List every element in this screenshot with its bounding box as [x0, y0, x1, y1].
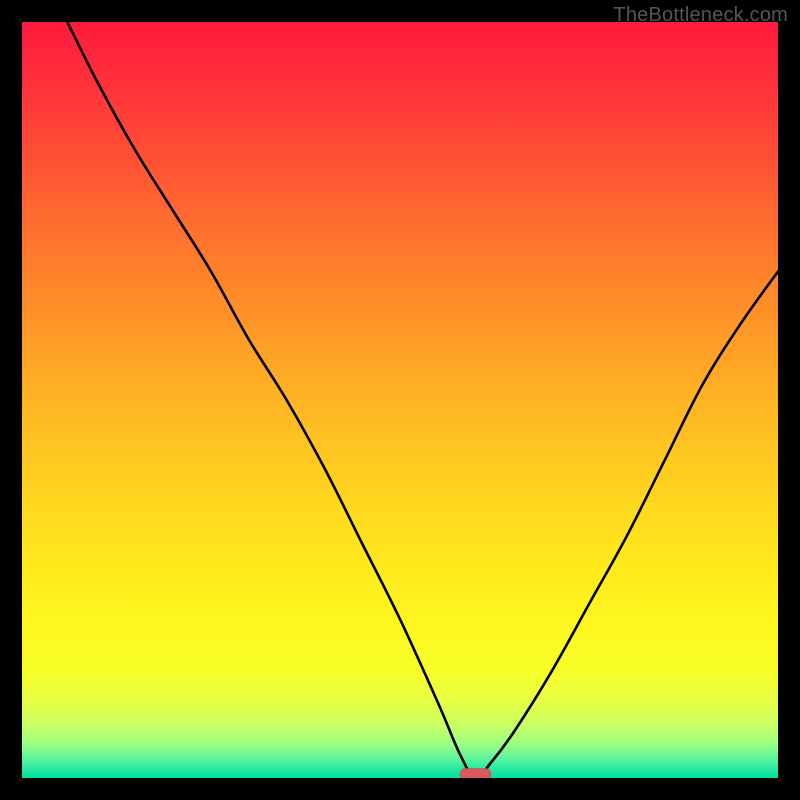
bottleneck-curve	[67, 22, 778, 778]
watermark-text: TheBottleneck.com	[613, 4, 788, 27]
plot-area	[22, 22, 778, 778]
chart-frame: TheBottleneck.com	[0, 0, 800, 800]
curve-layer	[22, 22, 778, 778]
minimum-marker	[460, 769, 490, 778]
